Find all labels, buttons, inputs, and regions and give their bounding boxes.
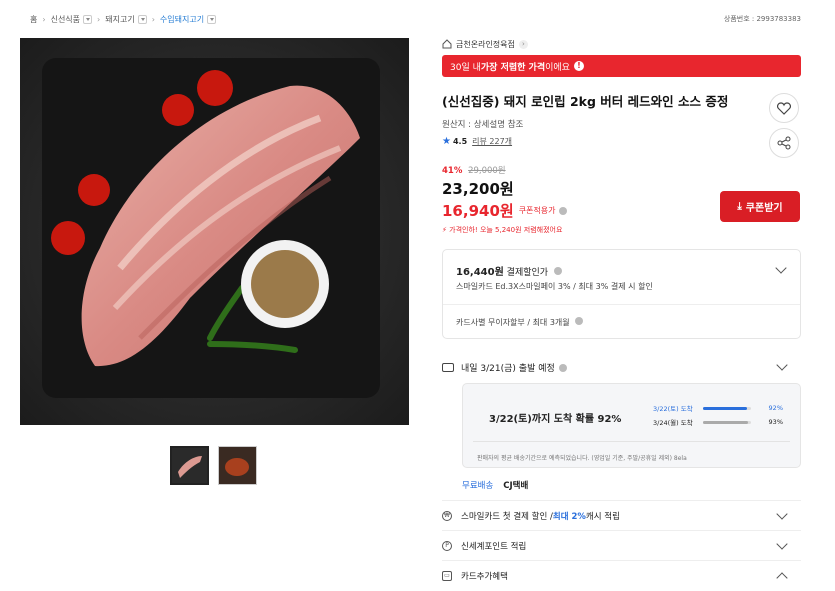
- lightning-icon: ⚡: [442, 226, 447, 234]
- payment-desc: 스마일카드 Ed.3X스마일페이 3% / 최대 3% 결제 시 할인: [456, 282, 653, 291]
- divider: [473, 441, 790, 442]
- benefit-text: 카드추가혜택: [461, 571, 508, 582]
- shipping-section: 내일 3/21(금) 출발 예정: [442, 359, 801, 374]
- breadcrumb: 홈 › 신선식품 › 돼지고기 › 수입돼지고기: [30, 14, 217, 25]
- coin-icon: ₩: [442, 510, 452, 521]
- breadcrumb-level2[interactable]: 돼지고기: [105, 14, 134, 25]
- rating-score: 4.5: [452, 137, 468, 146]
- home-icon: [442, 39, 452, 49]
- breadcrumb-level1[interactable]: 신선식품: [51, 14, 80, 25]
- chevron-right-icon: ›: [97, 15, 101, 24]
- chevron-down-icon[interactable]: [776, 508, 788, 520]
- origin: 원산지 : 상세설명 참조: [442, 120, 524, 130]
- breadcrumb-home[interactable]: 홈: [30, 14, 37, 25]
- bar-fill: [703, 406, 748, 410]
- promo-banner: 30일 내 가장 저렴한 가격 이에요 !: [442, 55, 801, 77]
- payment-amount: 16,440원: [456, 267, 504, 278]
- truck-icon: [442, 363, 454, 372]
- shipping-header[interactable]: 내일 3/21(금) 출발 예정: [442, 361, 801, 374]
- coupon-button[interactable]: ⤓ 쿠폰받기: [720, 191, 800, 222]
- arrival-day: 3/22(토) 도착: [653, 405, 693, 413]
- product-title: (신선집중) 돼지 로인립 2kg 버터 레드와인 소스 증정: [442, 94, 729, 109]
- chevron-down-icon[interactable]: [83, 15, 93, 24]
- benefit-text: 스마일카드 첫 결제 할인 /: [461, 511, 553, 522]
- chevron-down-icon[interactable]: [137, 15, 147, 24]
- store-name: 금천온라인정육점: [456, 39, 515, 49]
- star-icon: ★: [442, 136, 451, 147]
- benefit-text: 캐시 적립: [585, 511, 620, 522]
- download-icon: ⤓: [737, 201, 742, 212]
- product-main-image[interactable]: [20, 38, 409, 425]
- card-icon: ▭: [442, 570, 452, 581]
- wishlist-button[interactable]: [769, 93, 799, 123]
- info-icon[interactable]: [558, 206, 567, 215]
- breadcrumb-level3[interactable]: 수입돼지고기: [160, 14, 204, 25]
- chevron-down-icon[interactable]: [207, 15, 217, 24]
- chevron-down-icon[interactable]: [775, 262, 787, 274]
- arrival-day: 3/24(월) 도착: [653, 419, 693, 427]
- thumbnail-1[interactable]: [170, 446, 209, 485]
- info-icon[interactable]: [553, 267, 562, 275]
- installment-text: 카드사별 무이자할부 / 최대 3개월: [456, 318, 570, 327]
- info-icon[interactable]: [575, 317, 584, 325]
- discount-percent: 41%: [442, 166, 463, 176]
- delivery-row: 무료배송 CJ택배: [462, 479, 528, 491]
- chevron-right-icon: ›: [151, 15, 155, 24]
- benefit-highlight: 최대 2%: [552, 511, 586, 522]
- benefit-shinsegae-point[interactable]: P 신세계포인트 적립: [442, 530, 801, 560]
- share-icon: [777, 136, 791, 150]
- promo-bold: 가장 저렴한 가격: [480, 62, 546, 73]
- arrival-probability: 3/22(토)까지 도착 확률 92%: [489, 414, 622, 425]
- promo-suffix: 이에요: [545, 62, 570, 73]
- payment-amount-label: 결제할인가: [506, 268, 549, 278]
- promo-prefix: 30일 내: [450, 62, 481, 73]
- arrival-pct: 93%: [768, 418, 783, 426]
- info-icon[interactable]: [558, 363, 567, 372]
- coupon-price: 16,940원: [442, 202, 514, 220]
- arrival-bar-2: 3/24(월) 도착 93%: [653, 417, 783, 427]
- top-bar: 홈 › 신선식품 › 돼지고기 › 수입돼지고기 상품번호 : 29937833…: [0, 0, 835, 30]
- benefit-card-extra[interactable]: ▭ 카드추가혜택: [442, 560, 801, 590]
- bar-track: [703, 406, 751, 410]
- benefit-smilecard[interactable]: ₩ 스마일카드 첫 결제 할인 / 최대 2% 캐시 적립: [442, 500, 801, 530]
- discount-row: 41% 29,000원: [442, 164, 801, 176]
- product-number: 상품번호 : 2993783383: [723, 15, 801, 23]
- payment-discount-card: 16,440원 결제할인가 스마일카드 Ed.3X스마일페이 3% / 최대 3…: [442, 249, 801, 339]
- review-link[interactable]: 리뷰 227개: [472, 136, 512, 147]
- shipping-title: 내일 3/21(금) 출발 예정: [461, 364, 555, 374]
- rating: ★ 4.5 리뷰 227개: [442, 136, 801, 147]
- benefit-text: 신세계포인트 적립: [461, 541, 527, 552]
- arrival-probability-box: 3/22(토)까지 도착 확률 92% 3/22(토) 도착 92% 3/24(…: [462, 383, 801, 468]
- heart-icon: [777, 101, 791, 115]
- chevron-right-icon: ›: [42, 15, 46, 24]
- info-icon[interactable]: !: [573, 61, 584, 71]
- carrier: CJ택배: [503, 481, 529, 491]
- payment-amount-row: 16,440원 결제할인가: [456, 263, 562, 278]
- bar-fill: [703, 420, 748, 424]
- coupon-price-label: 쿠폰적용가: [518, 206, 556, 215]
- chevron-right-icon: ›: [518, 39, 528, 49]
- arrival-bar-1: 3/22(토) 도착 92%: [653, 403, 783, 413]
- store-link[interactable]: 금천온라인정육점 ›: [442, 36, 801, 52]
- coupon-button-label: 쿠폰받기: [745, 203, 783, 214]
- share-button[interactable]: [769, 128, 799, 158]
- product-info: 금천온라인정육점 › 30일 내 가장 저렴한 가격 이에요 ! (신선집중) …: [442, 36, 801, 147]
- point-icon: P: [442, 540, 452, 551]
- thumbnail-list: [170, 446, 257, 485]
- price-drop-text: 가격인하! 오늘 5,240원 저렴해졌어요: [449, 226, 563, 234]
- price-drop-note: ⚡ 가격인하! 오늘 5,240원 저렴해졌어요: [442, 225, 801, 235]
- shipping-note: 판매자의 평균 배송기간으로 예측되었습니다. (영업일 기준, 주말/공휴일 …: [477, 455, 687, 462]
- chevron-up-icon[interactable]: [776, 572, 788, 584]
- arrival-pct: 92%: [768, 404, 783, 412]
- thumbnail-2[interactable]: [218, 446, 257, 485]
- bar-track: [703, 420, 751, 424]
- free-shipping: 무료배송: [462, 481, 494, 491]
- installment-row: 카드사별 무이자할부 / 최대 3개월: [456, 317, 584, 328]
- divider: [443, 304, 800, 305]
- original-price: 29,000원: [468, 166, 506, 176]
- chevron-down-icon[interactable]: [776, 538, 788, 550]
